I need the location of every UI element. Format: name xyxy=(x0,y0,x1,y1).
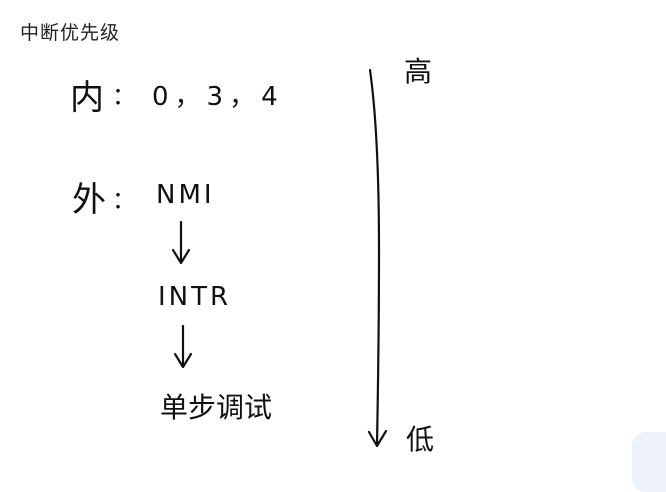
corner-widget[interactable] xyxy=(632,432,666,492)
priority-axis xyxy=(368,68,381,446)
arrows-layer xyxy=(171,68,388,448)
